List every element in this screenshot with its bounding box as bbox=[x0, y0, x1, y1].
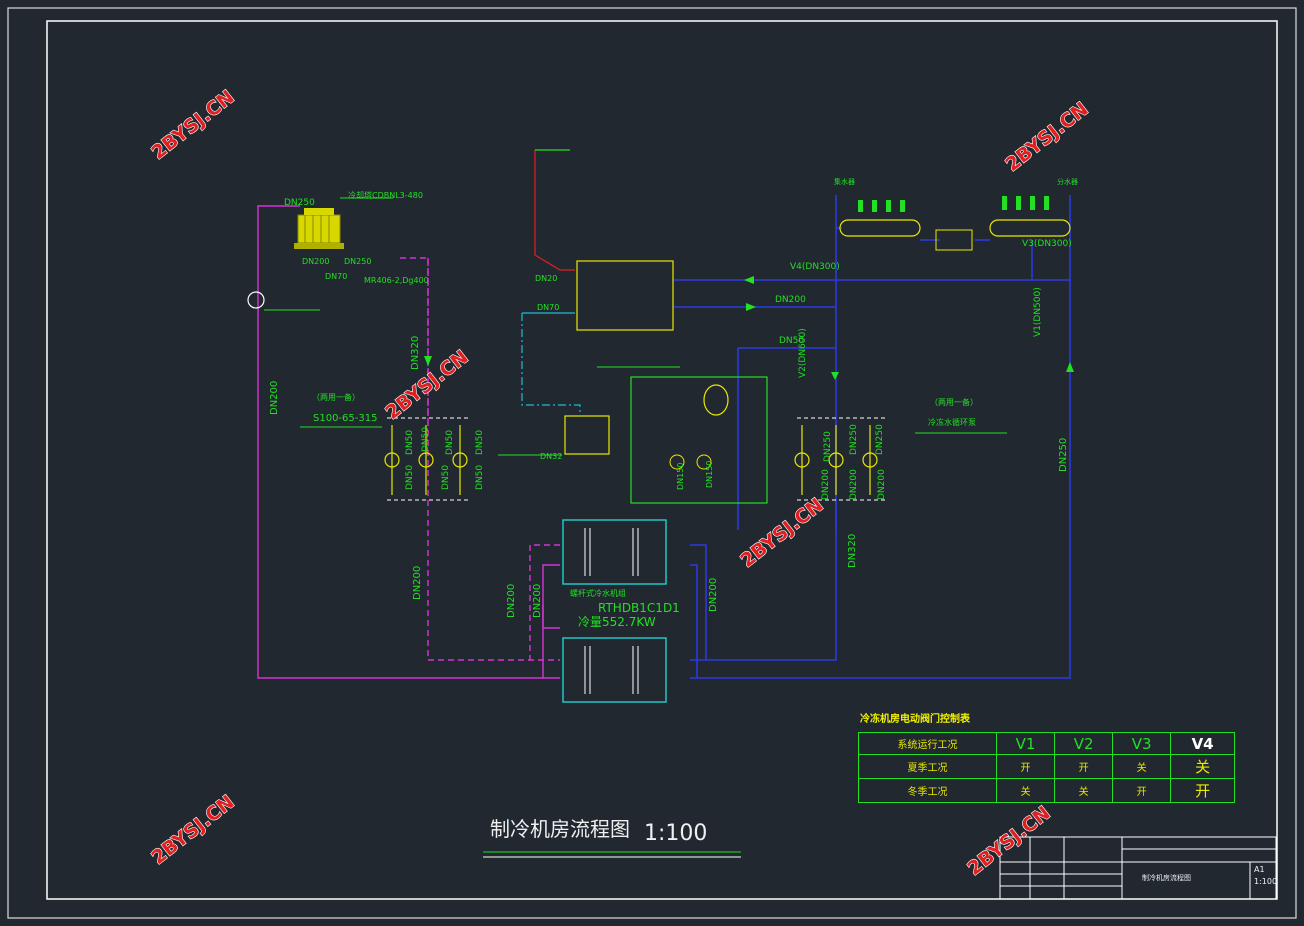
sheet-drawing-name: 制冷机房流程图 bbox=[1142, 873, 1191, 882]
watermark: 2BYSJ.CN bbox=[148, 86, 239, 164]
control-table-title: 冷冻机房电动阀门控制表 bbox=[860, 712, 971, 725]
cooling-pump-model: S100-65-315 bbox=[313, 413, 377, 424]
dn-label: DN200 bbox=[532, 584, 543, 618]
valve-label: V2(DN600) bbox=[798, 328, 808, 378]
table-row: 冬季工况 关 关 开 开 bbox=[858, 778, 1235, 803]
softener-box bbox=[564, 415, 610, 455]
table-header: V1 bbox=[995, 732, 1056, 755]
table-cell: 冬季工况 bbox=[858, 778, 997, 803]
pump-group-frames bbox=[387, 417, 885, 501]
chiller-name: 螺杆式冷水机组 bbox=[570, 588, 626, 598]
chilled-water-pipes bbox=[673, 195, 1071, 679]
table-cell: 关 bbox=[1112, 754, 1172, 779]
dn-label: DN200 bbox=[849, 469, 859, 500]
makeup-tank-icon bbox=[247, 291, 265, 309]
watermark: 2BYSJ.CN bbox=[148, 791, 239, 869]
cooling-tower-icon bbox=[294, 208, 344, 249]
collector-header bbox=[839, 219, 921, 237]
cooling-tower-label: 冷却塔CDBNL3-480 bbox=[348, 190, 423, 200]
dn-label: DN200 bbox=[302, 257, 329, 266]
watermark: 2BYSJ.CN bbox=[1002, 98, 1093, 176]
dn-label: DN50 bbox=[421, 427, 431, 452]
chiller-unit-2 bbox=[562, 637, 667, 703]
dn-label: DN200 bbox=[269, 381, 280, 415]
watermark: 2BYSJ.CN bbox=[964, 802, 1055, 880]
filter-label: MR406-2,Dg400 bbox=[364, 276, 429, 285]
table-cell: 开 bbox=[1054, 754, 1114, 779]
pump-note: （两用一备） bbox=[930, 397, 978, 407]
expansion-group-box bbox=[630, 376, 768, 504]
dn-label: DN20 bbox=[535, 274, 557, 283]
valve-control-table: 系统运行工况 V1 V2 V3 V4 夏季工况 开 开 关 关 冬季工况 关 关… bbox=[858, 732, 1235, 803]
dn-label: DN200 bbox=[877, 469, 887, 500]
dn-label: DN250 bbox=[284, 198, 315, 208]
table-cell: 开 bbox=[1170, 778, 1235, 803]
dn-label: DN320 bbox=[847, 534, 858, 568]
dn-label: DN200 bbox=[506, 584, 517, 618]
dn-label: DN50 bbox=[475, 465, 485, 490]
table-cell: 开 bbox=[995, 754, 1056, 779]
heat-exchanger-box bbox=[576, 260, 674, 331]
dn-label: DN250 bbox=[823, 431, 833, 462]
distributor-header bbox=[989, 219, 1071, 237]
chilled-pump-icons bbox=[794, 425, 878, 495]
dn-label: DN150 bbox=[676, 463, 685, 490]
dn-label: DN320 bbox=[410, 336, 421, 370]
dn-label: DN250 bbox=[1058, 438, 1069, 472]
header-label: 集水器 bbox=[834, 177, 855, 186]
table-header: 系统运行工况 bbox=[858, 732, 997, 755]
dn-label: DN70 bbox=[325, 272, 347, 281]
table-cell: 关 bbox=[1170, 754, 1235, 779]
table-header: V4 bbox=[1170, 732, 1235, 755]
valve-label: V3(DN300) bbox=[1022, 239, 1072, 249]
chiller-model: RTHDB1C1D1 bbox=[598, 601, 680, 615]
table-header: V3 bbox=[1112, 732, 1172, 755]
dn-label: DN70 bbox=[537, 303, 559, 312]
table-cell: 开 bbox=[1112, 778, 1172, 803]
dn-label: DN250 bbox=[344, 257, 371, 266]
dn-label: DN50 bbox=[475, 430, 485, 455]
dn-label: DN50 bbox=[405, 465, 415, 490]
valve-label: V4(DN300) bbox=[790, 262, 840, 272]
dn-label: DN200 bbox=[775, 295, 806, 305]
table-cell: 关 bbox=[1054, 778, 1114, 803]
sheet-size: A1 bbox=[1254, 865, 1265, 874]
chiller-unit-1 bbox=[562, 519, 667, 585]
table-row: 夏季工况 开 开 关 关 bbox=[858, 754, 1235, 779]
dn-label: DN200 bbox=[821, 469, 831, 500]
table-cell: 夏季工况 bbox=[858, 754, 997, 779]
dn-label: DN200 bbox=[708, 578, 719, 612]
header-branches bbox=[858, 196, 1049, 212]
dn-label: DN150 bbox=[705, 461, 714, 488]
valve-label: V1(DN500) bbox=[1033, 287, 1043, 337]
pump-note: （两用一备） bbox=[312, 392, 360, 402]
table-cell: 关 bbox=[995, 778, 1056, 803]
table-header: V2 bbox=[1054, 732, 1114, 755]
dn-label: DN250 bbox=[849, 424, 859, 455]
watermark: 2BYSJ.CN bbox=[737, 494, 828, 572]
drawing-scale: 1:100 bbox=[644, 821, 707, 846]
bypass-valve-icon bbox=[935, 229, 973, 251]
dn-label: DN250 bbox=[875, 424, 885, 455]
sheet-scale: 1:100 bbox=[1254, 877, 1277, 886]
title-block-lines bbox=[999, 836, 1277, 900]
drawing-title: 制冷机房流程图 bbox=[490, 817, 630, 841]
header-label: 分水器 bbox=[1057, 177, 1078, 186]
dn-label: DN200 bbox=[412, 566, 423, 600]
dn-label: DN50 bbox=[445, 430, 455, 455]
dn-label: DN32 bbox=[540, 452, 562, 461]
dn-label: DN50 bbox=[441, 465, 451, 490]
expansion-tank-icon bbox=[703, 384, 729, 416]
chilled-pump-label: 冷冻水循环泵 bbox=[928, 417, 976, 427]
chiller-capacity: 冷量552.7KW bbox=[578, 615, 656, 629]
dn-label: DN50 bbox=[405, 430, 415, 455]
